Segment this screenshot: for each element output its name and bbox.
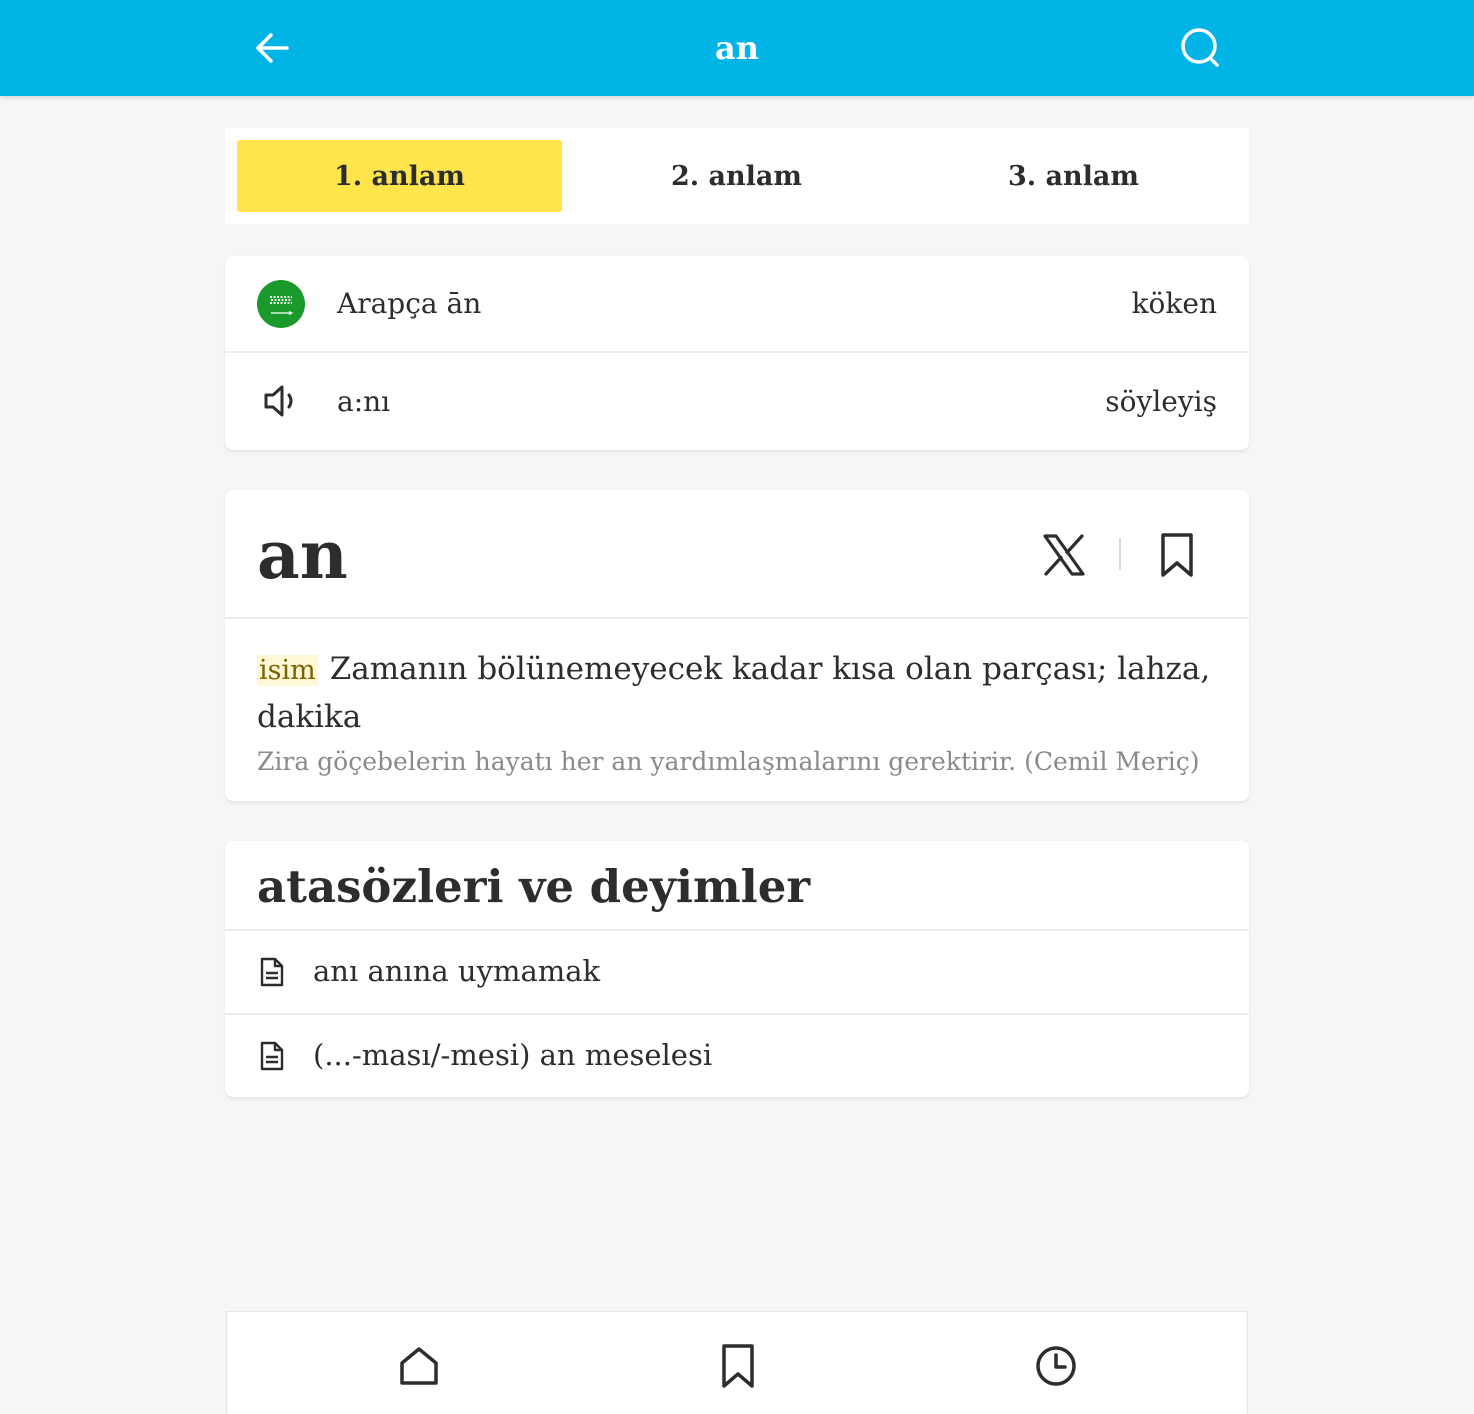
search-icon [1181,28,1219,67]
definition-text: Zamanın bölünemeyecek kadar kısa olan pa… [257,651,1211,735]
origin-label: köken [1131,287,1217,320]
idiom-item[interactable]: anı anına uymamak [225,929,1249,1013]
page-title: an [715,29,759,67]
example-sentence: Zira göçebelerin hayatı her an yardımlaş… [257,747,1200,776]
saudi-flag-icon [257,280,305,328]
idioms-title: atasözleri ve deyimler [257,860,811,913]
idiom-text: anı anına uymamak [313,954,601,988]
tab-meaning-1[interactable]: 1. anlam [237,140,562,212]
word-info-card: Arapça ān köken a:nı söyleyiş [225,256,1249,450]
bookmark-icon [722,1344,754,1388]
home-icon [400,1347,438,1385]
definition-card: an isim Zamanın bölünemeyecek kadar kısa … [225,490,1249,801]
x-logo-icon [1043,534,1085,576]
share-x-button[interactable] [1039,530,1089,580]
bottom-navigation [226,1311,1248,1414]
divider [1119,538,1121,570]
nav-history-button[interactable] [1030,1340,1082,1392]
clock-icon [1036,1346,1076,1386]
pronunciation-label: söyleyiş [1105,385,1217,418]
bookmark-icon [1161,533,1193,577]
origin-value: Arapça ān [337,287,482,320]
headword: an [257,516,348,594]
definition-header: an [225,490,1249,619]
idiom-text: (...-ması/-mesi) an meselesi [313,1038,713,1072]
origin-row: Arapça ān köken [225,256,1249,353]
meaning-tabs: 1. anlam 2. anlam 3. anlam [225,128,1249,224]
definition-text-block: isim Zamanın bölünemeyecek kadar kısa ola… [257,646,1217,740]
pronunciation-row[interactable]: a:nı söyleyiş [225,353,1249,450]
top-app-bar: an [0,0,1474,96]
tab-meaning-2[interactable]: 2. anlam [574,140,899,212]
speaker-icon[interactable] [257,377,305,425]
idioms-card: atasözleri ve deyimler anı anına uymamak… [225,841,1249,1097]
idiom-item[interactable]: (...-ması/-mesi) an meselesi [225,1013,1249,1097]
nav-saved-button[interactable] [712,1340,764,1392]
bookmark-button[interactable] [1155,530,1199,580]
part-of-speech-badge: isim [257,655,318,686]
pronunciation-value: a:nı [337,385,391,418]
document-icon [257,1041,287,1071]
search-button[interactable] [1178,26,1226,72]
tab-meaning-3[interactable]: 3. anlam [911,140,1236,212]
nav-home-button[interactable] [393,1340,445,1392]
document-icon [257,957,287,987]
